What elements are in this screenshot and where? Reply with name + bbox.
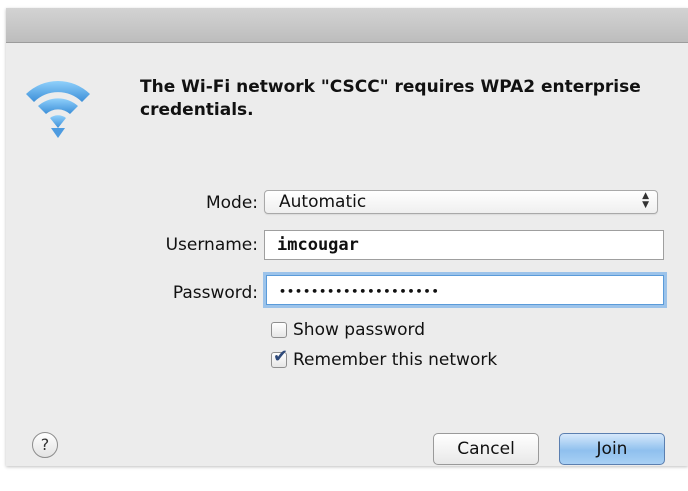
password-label: Password:: [172, 283, 258, 303]
username-label: Username:: [165, 235, 258, 255]
title-bar: [6, 8, 688, 43]
remember-network-checkbox[interactable]: ✔: [271, 348, 288, 368]
username-field[interactable]: imcougar: [264, 230, 664, 260]
checkmark-icon: ✔: [273, 346, 289, 367]
mode-select-value: Automatic: [279, 192, 367, 212]
show-password-checkbox[interactable]: [271, 322, 287, 338]
remember-network-label: Remember this network: [293, 350, 498, 370]
show-password-option[interactable]: Show password: [271, 319, 425, 341]
help-button[interactable]: ?: [32, 432, 58, 458]
join-button[interactable]: Join: [559, 433, 665, 465]
mode-select[interactable]: Automatic ▲ ▼: [264, 190, 658, 214]
wifi-icon: [26, 81, 90, 138]
updown-arrows-icon: ▲ ▼: [642, 191, 649, 210]
dialog-message: The Wi-Fi network "CSCC" requires WPA2 e…: [140, 77, 641, 120]
password-dots: ••••••••••••••••••••: [279, 285, 440, 298]
show-password-label: Show password: [293, 320, 425, 340]
remember-network-option[interactable]: ✔ Remember this network: [271, 348, 498, 371]
password-field[interactable]: ••••••••••••••••••••: [266, 275, 664, 305]
mode-label: Mode:: [205, 193, 258, 213]
cancel-button[interactable]: Cancel: [433, 433, 539, 465]
